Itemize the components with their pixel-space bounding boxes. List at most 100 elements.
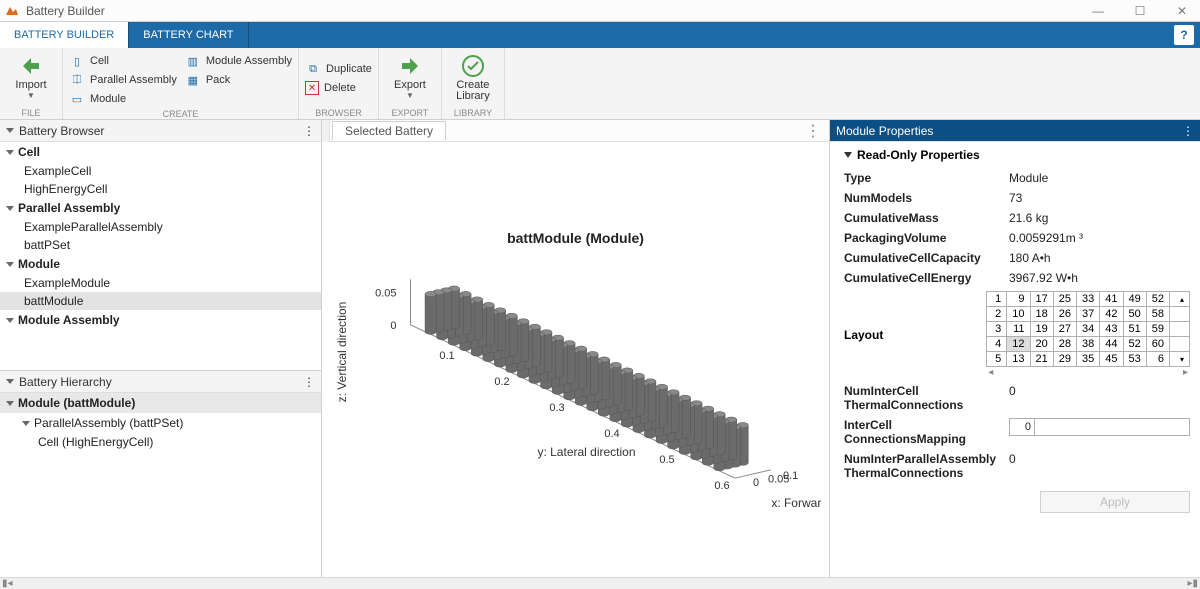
battery-hierarchy-tree[interactable]: Module (battModule) ParallelAssembly (ba… [0,393,321,577]
tab-battery-chart[interactable]: BATTERY CHART [129,22,248,48]
bottom-scroll-bar[interactable]: ▮◂ ▸▮ [0,577,1200,589]
dock-handle[interactable] [322,120,330,142]
layout-cell[interactable]: 59 [1146,322,1169,337]
apply-button[interactable]: Apply [1040,491,1190,513]
layout-cell[interactable]: 12 [1007,337,1030,352]
layout-cell[interactable]: 51 [1123,322,1146,337]
close-button[interactable]: ✕ [1168,2,1196,20]
scroll-left-icon[interactable]: ▮◂ [2,578,13,589]
layout-cell[interactable]: 26 [1053,307,1076,322]
layout-cell[interactable]: 37 [1077,307,1100,322]
layout-cell[interactable]: 6 [1146,352,1169,367]
collapse-icon[interactable] [6,128,14,133]
hierarchy-root[interactable]: Module (battModule) [0,393,321,413]
hierarchy-node[interactable]: ParallelAssembly (battPSet) [0,413,321,433]
tab-selected-battery[interactable]: Selected Battery [332,121,446,140]
layout-cell[interactable]: 53 [1123,352,1146,367]
browser-item[interactable]: ExampleCell [0,162,321,180]
panel-menu-icon[interactable]: ⋮ [303,124,315,138]
help-button[interactable]: ? [1174,25,1194,45]
browser-group[interactable]: Module [0,254,321,274]
tab-battery-builder[interactable]: BATTERY BUILDER [0,22,129,48]
prop-value: Module [1009,171,1190,185]
create-pack-button[interactable]: ▦Pack [185,71,292,89]
delete-button[interactable]: ✕Delete [305,79,372,97]
browser-item[interactable]: battModule [0,292,321,310]
layout-cell[interactable]: 38 [1077,337,1100,352]
layout-cell[interactable]: 13 [1007,352,1030,367]
maximize-button[interactable]: ☐ [1126,2,1154,20]
browser-group[interactable]: Cell [0,142,321,162]
create-library-button[interactable]: CreateLibrary [448,52,498,102]
layout-cell[interactable]: 33 [1077,292,1100,307]
browser-group[interactable]: Module Assembly [0,310,321,330]
layout-cell[interactable]: 60 [1146,337,1169,352]
layout-cell[interactable]: 50 [1123,307,1146,322]
layout-cell[interactable]: 19 [1030,322,1053,337]
duplicate-button[interactable]: ⧉Duplicate [305,60,372,78]
layout-cell[interactable]: 34 [1077,322,1100,337]
layout-cell[interactable]: 3 [987,322,1007,337]
layout-cell[interactable]: 43 [1100,322,1123,337]
prop-key: Type [844,171,1009,185]
create-module-button[interactable]: ▭Module [69,90,177,108]
section-readonly[interactable]: Read-Only Properties [844,148,1190,162]
layout-cell[interactable]: 27 [1053,322,1076,337]
layout-cell[interactable]: 9 [1007,292,1030,307]
layout-cell[interactable]: 35 [1077,352,1100,367]
minimize-button[interactable]: — [1084,2,1112,20]
parallel-assembly-icon: ⎅ [69,72,85,88]
module-assembly-icon: ▥ [185,53,201,69]
main-tab-strip: BATTERY BUILDER BATTERY CHART ? [0,22,1200,48]
layout-cell[interactable]: 58 [1146,307,1169,322]
layout-cell[interactable]: 41 [1100,292,1123,307]
layout-cell[interactable]: 28 [1053,337,1076,352]
scroll-right-icon[interactable]: ▸▮ [1187,578,1198,589]
prop-row: NumModels73 [844,188,1190,208]
layout-cell[interactable]: 5 [987,352,1007,367]
browser-group[interactable]: Parallel Assembly [0,198,321,218]
layout-cell[interactable]: 52 [1123,337,1146,352]
intercell-mapping-input[interactable]: 0 [1009,418,1190,446]
layout-cell[interactable]: 20 [1030,337,1053,352]
check-icon [461,52,485,80]
layout-cell[interactable]: 10 [1007,307,1030,322]
browser-item[interactable]: HighEnergyCell [0,180,321,198]
create-cell-button[interactable]: ▯Cell [69,52,177,70]
browser-item[interactable]: ExampleParallelAssembly [0,218,321,236]
battery-hierarchy-header: Battery Hierarchy ⋮ [0,371,321,393]
battery-3d-view[interactable]: battModule (Module) 00.050.10.20.30.40.5… [322,142,829,577]
panel-menu-icon[interactable]: ⋮ [1182,124,1194,138]
layout-cell[interactable]: 4 [987,337,1007,352]
hierarchy-leaf[interactable]: Cell (HighEnergyCell) [0,433,321,451]
svg-text:0.05: 0.05 [375,287,396,299]
layout-cell[interactable]: 49 [1123,292,1146,307]
dropdown-icon: ▼ [406,91,414,100]
create-parallel-assembly-button[interactable]: ⎅Parallel Assembly [69,71,177,89]
export-button[interactable]: Export ▼ [385,52,435,100]
layout-cell[interactable]: 25 [1053,292,1076,307]
layout-cell[interactable]: 42 [1100,307,1123,322]
browser-item[interactable]: ExampleModule [0,274,321,292]
layout-cell[interactable]: 18 [1030,307,1053,322]
layout-cell[interactable]: 17 [1030,292,1053,307]
layout-cell[interactable]: 29 [1053,352,1076,367]
layout-cell[interactable]: 2 [987,307,1007,322]
ribbon-group-library: CreateLibrary LIBRARY [442,48,505,119]
battery-browser-tree[interactable]: CellExampleCellHighEnergyCellParallel As… [0,142,321,370]
layout-cell[interactable]: 44 [1100,337,1123,352]
layout-cell[interactable]: 11 [1007,322,1030,337]
panel-menu-icon[interactable]: ⋮ [805,121,821,141]
collapse-icon[interactable] [6,379,14,384]
import-button[interactable]: Import ▼ [6,52,56,100]
layout-cell[interactable]: 45 [1100,352,1123,367]
prop-value: 73 [1009,191,1190,205]
layout-cell[interactable]: 1 [987,292,1007,307]
layout-cell[interactable]: 52 [1146,292,1169,307]
create-module-assembly-button[interactable]: ▥Module Assembly [185,52,292,70]
layout-cell[interactable]: 21 [1030,352,1053,367]
panel-menu-icon[interactable]: ⋮ [303,375,315,389]
prop-key: InterCell ConnectionsMapping [844,418,1009,446]
browser-item[interactable]: battPSet [0,236,321,254]
layout-table[interactable]: 19172533414952▴210182637425058 311192734… [986,291,1190,367]
